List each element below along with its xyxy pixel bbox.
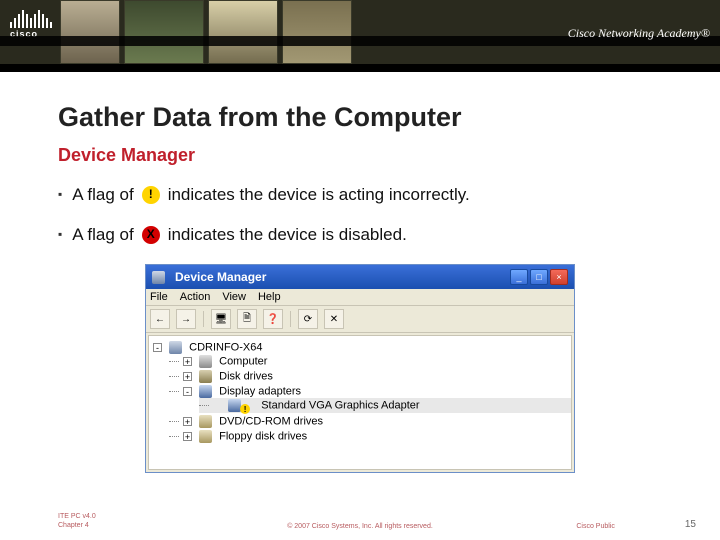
toolbar-properties-icon[interactable]: 🗎 bbox=[237, 309, 257, 329]
dm-app-icon bbox=[152, 271, 165, 284]
tree-node-label: Disk drives bbox=[219, 371, 273, 383]
bullet-text-pre: A flag of bbox=[72, 224, 133, 246]
menu-help[interactable]: Help bbox=[258, 291, 281, 303]
footer-copyright: © 2007 Cisco Systems, Inc. All rights re… bbox=[0, 523, 720, 530]
expander-icon[interactable]: + bbox=[183, 417, 192, 426]
cisco-bars-icon bbox=[10, 8, 52, 28]
banner-photos bbox=[60, 0, 352, 64]
computer-root-icon bbox=[169, 341, 182, 354]
toolbar-computer-icon[interactable]: 🖥 bbox=[211, 309, 231, 329]
slide-body: Gather Data from the Computer Device Man… bbox=[0, 72, 720, 473]
tree-node-label: Floppy disk drives bbox=[219, 431, 307, 443]
tree-node-label: Standard VGA Graphics Adapter bbox=[261, 400, 419, 412]
expander-icon[interactable]: + bbox=[183, 372, 192, 381]
academy-label: Cisco Networking Academy® bbox=[568, 26, 710, 41]
expander-icon[interactable]: + bbox=[183, 357, 192, 366]
display-adapter-icon bbox=[228, 399, 241, 412]
tree-node-label: Display adapters bbox=[219, 386, 301, 398]
dm-titlebar: Device Manager _ □ × bbox=[146, 265, 574, 289]
toolbar-help-icon[interactable]: ❓ bbox=[263, 309, 283, 329]
footer-course: ITE PC v4.0 bbox=[58, 513, 96, 521]
top-banner: cisco Cisco Networking Academy® bbox=[0, 0, 720, 72]
page-title: Gather Data from the Computer bbox=[58, 102, 662, 133]
tree-node-vga-adapter[interactable]: ! Standard VGA Graphics Adapter bbox=[199, 398, 571, 413]
slide-footer: ITE PC v4.0 Chapter 4 © 2007 Cisco Syste… bbox=[0, 513, 720, 530]
tree-node-label: Computer bbox=[219, 356, 267, 368]
cisco-logo: cisco bbox=[10, 8, 52, 39]
device-manager-screenshot: Device Manager _ □ × File Action View He… bbox=[145, 264, 575, 473]
menu-file[interactable]: File bbox=[150, 291, 168, 303]
tree-node-floppy-drives[interactable]: + Floppy disk drives bbox=[169, 429, 571, 444]
toolbar-back-icon[interactable]: ← bbox=[150, 309, 170, 329]
warning-flag-icon: ! bbox=[142, 186, 160, 204]
toolbar-separator bbox=[290, 311, 291, 327]
floppy-icon bbox=[199, 430, 212, 443]
minimize-button[interactable]: _ bbox=[510, 269, 528, 285]
expander-icon[interactable]: - bbox=[183, 387, 192, 396]
disk-icon bbox=[199, 370, 212, 383]
bullet-text-post: indicates the device is acting incorrect… bbox=[168, 184, 470, 206]
bullet-text-post: indicates the device is disabled. bbox=[168, 224, 407, 246]
maximize-button[interactable]: □ bbox=[530, 269, 548, 285]
bullet-item: A flag of X indicates the device is disa… bbox=[58, 224, 662, 246]
dm-menubar: File Action View Help bbox=[146, 289, 574, 306]
toolbar-separator bbox=[203, 311, 204, 327]
tree-node-computer[interactable]: + Computer bbox=[169, 354, 571, 369]
warning-overlay-icon: ! bbox=[240, 404, 250, 414]
menu-action[interactable]: Action bbox=[180, 291, 211, 303]
computer-icon bbox=[199, 355, 212, 368]
bullet-item: A flag of ! indicates the device is acti… bbox=[58, 184, 662, 206]
dm-window-controls: _ □ × bbox=[510, 269, 568, 285]
banner-photo bbox=[208, 0, 278, 64]
disabled-flag-icon: X bbox=[142, 226, 160, 244]
dm-tree: - CDRINFO-X64 + Computer + bbox=[148, 335, 572, 470]
banner-photo bbox=[282, 0, 352, 64]
toolbar-refresh-icon[interactable]: ⟳ bbox=[298, 309, 318, 329]
dm-toolbar: ← → 🖥 🗎 ❓ ⟳ ✕ bbox=[146, 306, 574, 333]
page-subtitle: Device Manager bbox=[58, 145, 662, 166]
menu-view[interactable]: View bbox=[222, 291, 246, 303]
banner-photo bbox=[124, 0, 204, 64]
tree-root[interactable]: - CDRINFO-X64 + Computer + bbox=[153, 340, 571, 445]
toolbar-forward-icon[interactable]: → bbox=[176, 309, 196, 329]
close-button[interactable]: × bbox=[550, 269, 568, 285]
bullet-list: A flag of ! indicates the device is acti… bbox=[58, 184, 662, 246]
banner-photo bbox=[60, 0, 120, 64]
expander-icon[interactable]: - bbox=[153, 343, 162, 352]
tree-node-display-adapters[interactable]: - Display adapters ! Standard VGA bbox=[169, 384, 571, 414]
slide: cisco Cisco Networking Academy® Gather D… bbox=[0, 0, 720, 540]
expander-icon[interactable]: + bbox=[183, 432, 192, 441]
tree-node-dvd-drives[interactable]: + DVD/CD-ROM drives bbox=[169, 414, 571, 429]
bullet-text-pre: A flag of bbox=[72, 184, 133, 206]
tree-node-disk-drives[interactable]: + Disk drives bbox=[169, 369, 571, 384]
toolbar-remove-icon[interactable]: ✕ bbox=[324, 309, 344, 329]
tree-node-label: DVD/CD-ROM drives bbox=[219, 416, 323, 428]
dm-title-text: Device Manager bbox=[175, 270, 266, 284]
display-icon bbox=[199, 385, 212, 398]
tree-root-label: CDRINFO-X64 bbox=[189, 342, 262, 354]
dvd-icon bbox=[199, 415, 212, 428]
dm-window: Device Manager _ □ × File Action View He… bbox=[145, 264, 575, 473]
